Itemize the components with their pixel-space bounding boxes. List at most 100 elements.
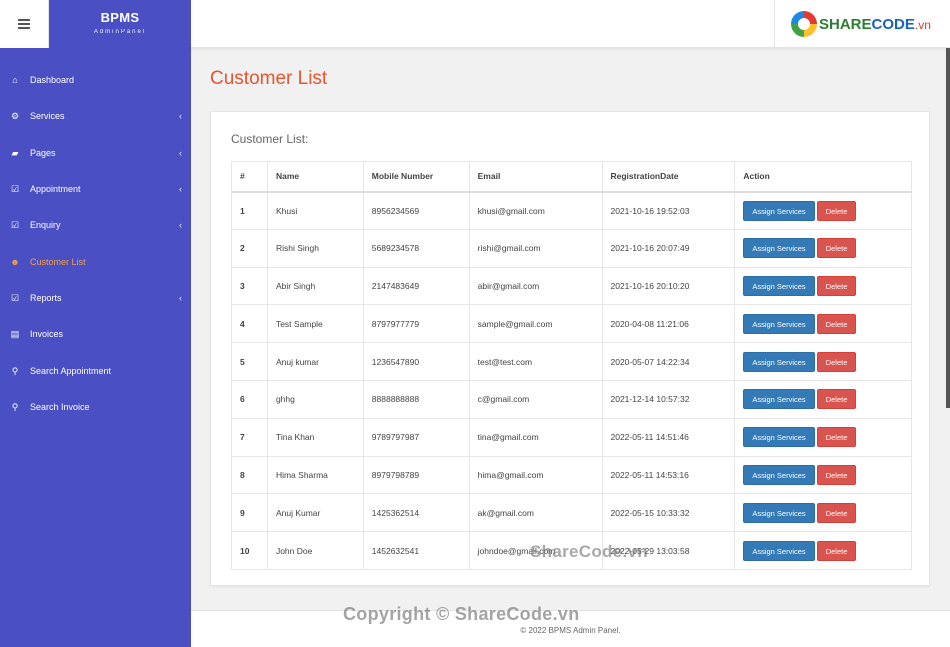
cell-mobile: 1452632541 [362, 531, 470, 570]
delete-button[interactable]: Delete [816, 464, 857, 485]
table-row: 1 Khusi 8956234569 khusi@gmail.com 2021-10-1… [231, 191, 912, 230]
column-header: RegistrationDate [601, 161, 736, 193]
sharecode-logo: SHARECODE.vn [774, 0, 950, 48]
cell-action: Assign Services Delete [734, 455, 912, 495]
table-row: 4 Test Sample 8797977779 sample@gmail.com 20… [231, 304, 912, 344]
brand-name: BPMS [100, 10, 140, 25]
watermark-sharecode: ShareCode.vn [530, 542, 648, 561]
cell-mobile: 8956234569 [362, 191, 470, 230]
sidebar-item-services[interactable]: ⚙ Services ‹ [0, 104, 191, 128]
cell-registration-date: 2021-12-14 10:57:32 [601, 379, 736, 419]
delete-button[interactable]: Delete [816, 238, 857, 259]
footer-copyright: © 2022 BPMS Admin Panel. [520, 626, 621, 635]
customer-table: # Name Mobile Number Email RegistrationDate A… [231, 161, 912, 570]
sidebar-item-invoices[interactable]: ▤ Invoices [0, 322, 191, 346]
cell-action: Assign Services Delete [734, 493, 912, 533]
sharecode-logo-text: SHARECODE.vn [819, 15, 931, 33]
cell-registration-date: 2021-10-16 20:07:49 [601, 228, 736, 268]
sidebar-item-label: Search Appointment [30, 366, 112, 376]
delete-button[interactable]: Delete [816, 200, 857, 221]
cell-name: Anuj Kumar [266, 493, 364, 533]
assign-services-button[interactable]: Assign Services [743, 238, 815, 259]
assign-services-button[interactable]: Assign Services [743, 275, 815, 296]
checkbox-icon: ☑ [10, 183, 20, 194]
column-header: Name [266, 161, 364, 193]
assign-services-button[interactable]: Assign Services [743, 313, 815, 334]
cell-mobile: 1425362514 [362, 493, 470, 533]
delete-button[interactable]: Delete [816, 502, 857, 523]
cell-name: John Doe [266, 531, 364, 570]
cell-registration-date: 2021-10-16 19:52:03 [601, 191, 736, 230]
cell-number: 5 [231, 342, 268, 381]
table-row: 5 Anuj kumar 1236547890 test@test.com 2020-0… [231, 342, 912, 381]
cell-action: Assign Services Delete [734, 342, 912, 381]
column-header: # [231, 161, 268, 193]
cell-number: 2 [231, 228, 268, 268]
cell-number: 3 [231, 266, 268, 306]
sidebar-item-label: Enquiry [30, 220, 61, 230]
delete-button[interactable]: Delete [816, 389, 857, 410]
table-row: 3 Abir Singh 2147483649 abir@gmail.com 2021-… [231, 266, 912, 306]
assign-services-button[interactable]: Assign Services [743, 502, 815, 523]
assign-services-button[interactable]: Assign Services [743, 540, 815, 561]
sharecode-logo-icon [791, 11, 817, 37]
sidebar-item-reports[interactable]: ☑ Reports ‹ [0, 286, 191, 310]
cell-mobile: 1236547890 [362, 342, 470, 381]
cell-mobile: 9789797987 [362, 417, 470, 457]
cell-number: 7 [231, 417, 268, 457]
cell-email: ak@gmail.com [468, 493, 603, 533]
cell-number: 8 [231, 455, 268, 495]
table-header-row: # Name Mobile Number Email RegistrationDate A… [231, 161, 912, 193]
cell-action: Assign Services Delete [734, 266, 912, 306]
cell-email: rishi@gmail.com [468, 228, 603, 268]
watermark-copyright: Copyright © ShareCode.vn [343, 604, 580, 624]
sidebar-item-search-appointment[interactable]: ⚲ Search Appointment [0, 359, 191, 383]
chevron-left-icon: ‹ [179, 184, 182, 194]
table-row: 7 Tina Khan 9789797987 tina@gmail.com 2022-0… [231, 417, 912, 457]
cell-number: 1 [231, 191, 268, 230]
assign-services-button[interactable]: Assign Services [743, 351, 815, 372]
column-header: Mobile Number [362, 161, 470, 193]
page-title: Customer List [210, 68, 328, 89]
assign-services-button[interactable]: Assign Services [743, 464, 815, 485]
assign-services-button[interactable]: Assign Services [743, 427, 815, 448]
cell-email: test@test.com [468, 342, 603, 381]
sidebar-item-customer-list[interactable]: ☻ Customer List [0, 250, 191, 274]
cell-name: Test Sample [266, 304, 364, 344]
table-row: 2 Rishi Singh 5689234578 rishi@gmail.com 202… [231, 228, 912, 268]
sidebar-item-dashboard[interactable]: ⌂ Dashboard [0, 68, 191, 92]
cell-registration-date: 2022-05-11 14:53:16 [601, 455, 736, 495]
delete-button[interactable]: Delete [816, 313, 857, 334]
assign-services-button[interactable]: Assign Services [743, 200, 815, 221]
page-scrollbar[interactable] [946, 48, 950, 408]
cell-mobile: 2147483649 [362, 266, 470, 306]
cell-name: Abir Singh [266, 266, 364, 306]
card-title: Customer List: [231, 132, 309, 146]
table-row: 6 ghhg 8888888888 c@gmail.com 2021-12-14 10:… [231, 379, 912, 419]
menu-toggle-button[interactable] [0, 0, 49, 48]
column-header: Action [734, 161, 912, 193]
sidebar-item-label: Appointment [30, 184, 81, 194]
home-icon: ⌂ [12, 75, 18, 85]
delete-button[interactable]: Delete [816, 540, 857, 561]
sidebar-item-appointment[interactable]: ☑ Appointment ‹ [0, 177, 191, 201]
brand[interactable]: BPMS AdminPanel [49, 0, 191, 48]
delete-button[interactable]: Delete [816, 275, 857, 296]
top-header: BPMS AdminPanel SHARECODE.vn [0, 0, 950, 48]
sidebar: ⌂ Dashboard ⚙ Services ‹ ▰ Pages ‹ ☑ Appointment ‹… [0, 48, 191, 647]
chevron-left-icon: ‹ [179, 148, 182, 158]
cell-email: abir@gmail.com [468, 266, 603, 306]
cell-email: c@gmail.com [468, 379, 603, 419]
delete-button[interactable]: Delete [816, 351, 857, 372]
sidebar-item-pages[interactable]: ▰ Pages ‹ [0, 141, 191, 165]
hamburger-icon [18, 19, 30, 29]
chevron-left-icon: ‹ [179, 111, 182, 121]
delete-button[interactable]: Delete [816, 427, 857, 448]
cell-name: Rishi Singh [266, 228, 364, 268]
sidebar-item-search-invoice[interactable]: ⚲ Search Invoice [0, 395, 191, 419]
sidebar-item-enquiry[interactable]: ☑ Enquiry ‹ [0, 213, 191, 237]
cell-action: Assign Services Delete [734, 191, 912, 230]
cell-action: Assign Services Delete [734, 304, 912, 344]
assign-services-button[interactable]: Assign Services [743, 389, 815, 410]
cell-name: Anuj kumar [266, 342, 364, 381]
